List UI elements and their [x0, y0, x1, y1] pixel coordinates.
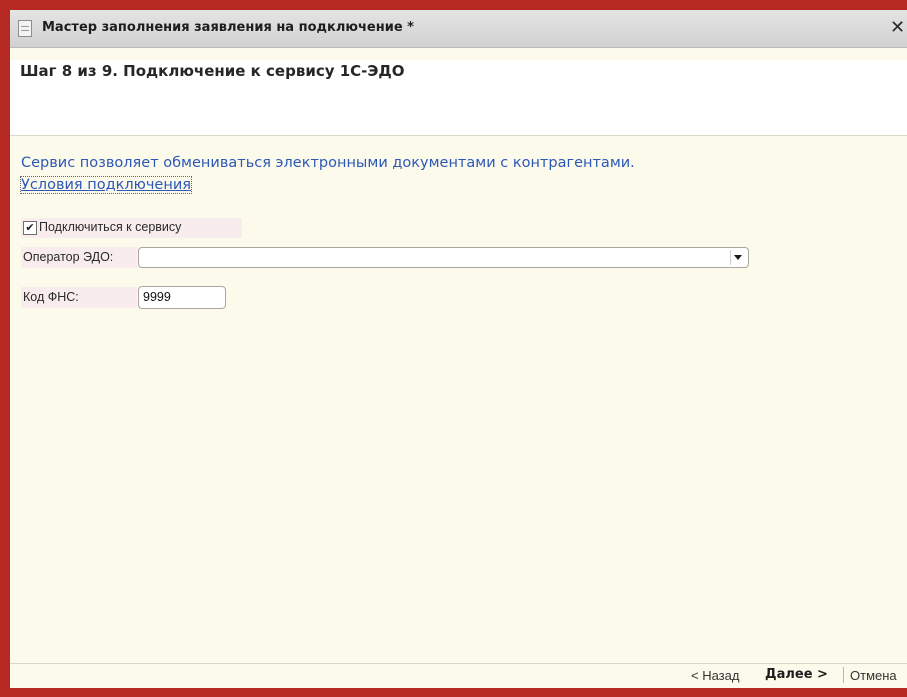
service-description: Сервис позволяет обмениваться электронны…	[21, 155, 635, 171]
operator-edo-select[interactable]	[138, 247, 749, 268]
close-icon[interactable]: ✕	[890, 16, 907, 40]
wizard-footer: < Назад Далее > Отмена	[10, 663, 907, 688]
wizard-window: Мастер заполнения заявления на подключен…	[0, 0, 907, 697]
conditions-link[interactable]: Условия подключения	[20, 176, 192, 194]
cancel-button[interactable]: Отмена	[850, 668, 897, 683]
fns-code-field[interactable]: 9999	[138, 286, 226, 309]
chevron-down-icon[interactable]	[730, 250, 745, 265]
connect-service-checkbox-row[interactable]: ✔ Подключиться к сервису	[21, 218, 242, 238]
window-title: Мастер заполнения заявления на подключен…	[42, 20, 414, 35]
back-button[interactable]: < Назад	[691, 668, 739, 683]
fns-code-label: Код ФНС:	[23, 290, 79, 304]
step-title: Шаг 8 из 9. Подключение к сервису 1С-ЭДО	[20, 62, 405, 80]
header-stripe	[10, 48, 907, 60]
connect-service-checkbox[interactable]: ✔	[23, 221, 37, 235]
footer-divider	[843, 667, 844, 683]
document-icon	[18, 20, 32, 37]
next-button[interactable]: Далее >	[765, 667, 828, 682]
operator-label: Оператор ЭДО:	[23, 250, 114, 264]
title-bar[interactable]: Мастер заполнения заявления на подключен…	[10, 10, 907, 48]
connect-service-label[interactable]: Подключиться к сервису	[39, 220, 181, 234]
